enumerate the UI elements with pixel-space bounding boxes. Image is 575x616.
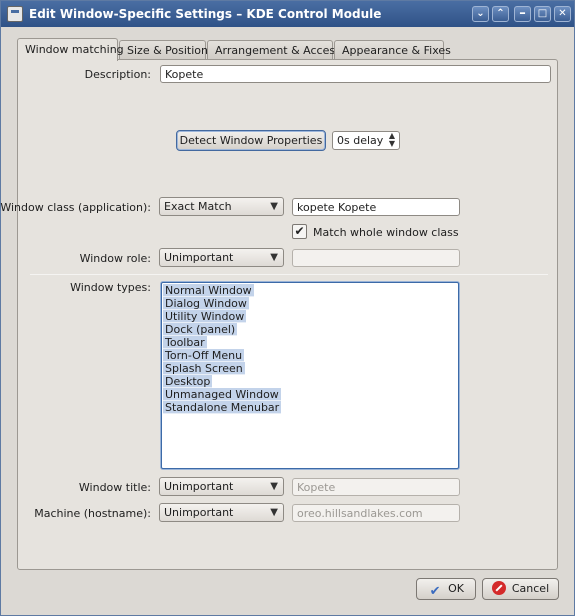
chevron-down-icon: ▼ (270, 201, 278, 212)
window-types-listbox[interactable]: Normal Window Dialog Window Utility Wind… (161, 282, 459, 469)
keep-above-button[interactable]: ⌃ (492, 6, 509, 22)
delay-spinbox[interactable]: 0s delay ▲ ▼ (332, 131, 400, 150)
minimize-button[interactable]: – (514, 6, 531, 22)
window-title-match-value: Unimportant (164, 480, 234, 493)
dialog-window: Edit Window-Specific Settings – KDE Cont… (0, 0, 575, 616)
ok-button[interactable]: ✔ OK (416, 578, 476, 600)
cancel-label: Cancel (511, 582, 550, 595)
window-class-input[interactable]: kopete Kopete (292, 198, 460, 216)
window-title: Edit Window-Specific Settings – KDE Cont… (29, 7, 382, 21)
machine-input[interactable]: oreo.hillsandlakes.com (292, 504, 460, 522)
list-item[interactable]: Unmanaged Window (163, 388, 281, 401)
delay-value: 0s delay (337, 134, 384, 147)
chevron-down-icon: ▼ (270, 481, 278, 492)
window-class-match-combo[interactable]: Exact Match ▼ (159, 197, 284, 216)
close-button[interactable]: ✕ (554, 6, 571, 22)
list-item[interactable]: Standalone Menubar (163, 401, 282, 414)
list-item[interactable]: Torn-Off Menu (163, 349, 245, 362)
ok-label: OK (448, 582, 464, 595)
match-whole-label: Match whole window class (313, 226, 459, 239)
tab-appearance-fixes[interactable]: Appearance & Fixes (334, 40, 451, 60)
machine-label: Machine (hostname): (34, 507, 151, 520)
window-role-label: Window role: (79, 252, 151, 265)
window-types-label: Window types: (70, 281, 151, 294)
description-input[interactable]: Kopete (160, 65, 551, 83)
check-icon: ✔ (429, 584, 441, 599)
list-item[interactable]: Dock (panel) (163, 323, 238, 336)
list-item[interactable]: Normal Window (163, 284, 254, 297)
tab-panel: Description: Kopete Detect Window Proper… (0, 59, 558, 570)
detect-window-properties-button[interactable]: Detect Window Properties (176, 130, 326, 151)
cancel-icon (491, 581, 506, 595)
window-title-input[interactable]: Kopete (292, 478, 460, 496)
machine-match-combo[interactable]: Unimportant ▼ (159, 503, 284, 522)
maximize-button[interactable]: □ (534, 6, 551, 22)
list-item[interactable]: Splash Screen (163, 362, 245, 375)
window-title-label: Window title: (78, 481, 151, 494)
match-whole-checkbox[interactable]: ✔ (292, 224, 307, 239)
spin-arrows[interactable]: ▲ ▼ (389, 132, 395, 148)
separator (30, 274, 548, 275)
list-item[interactable]: Toolbar (163, 336, 207, 349)
app-icon[interactable] (7, 6, 23, 22)
description-label: Description: (84, 68, 151, 81)
window-role-match-value: Unimportant (164, 251, 234, 264)
keep-below-button[interactable]: ⌄ (472, 6, 489, 22)
tab-arrangement-access[interactable]: Arrangement & Access (207, 40, 341, 60)
window-role-input[interactable] (292, 249, 460, 267)
spin-down-icon[interactable]: ▼ (389, 139, 395, 148)
chevron-down-icon: ▼ (270, 507, 278, 518)
list-item[interactable]: Utility Window (163, 310, 247, 323)
tab-window-matching[interactable]: Window matching (17, 38, 124, 61)
window-role-match-combo[interactable]: Unimportant ▼ (159, 248, 284, 267)
window-title-match-combo[interactable]: Unimportant ▼ (159, 477, 284, 496)
list-item[interactable]: Desktop (163, 375, 213, 388)
title-bar[interactable]: Edit Window-Specific Settings – KDE Cont… (1, 1, 574, 27)
window-class-label: Window class (application): (0, 201, 151, 214)
cancel-button[interactable]: Cancel (482, 578, 559, 600)
window-class-match-value: Exact Match (164, 200, 232, 213)
list-item[interactable]: Dialog Window (163, 297, 249, 310)
machine-match-value: Unimportant (164, 506, 234, 519)
tab-size-position[interactable]: Size & Position (119, 40, 208, 60)
chevron-down-icon: ▼ (270, 252, 278, 263)
